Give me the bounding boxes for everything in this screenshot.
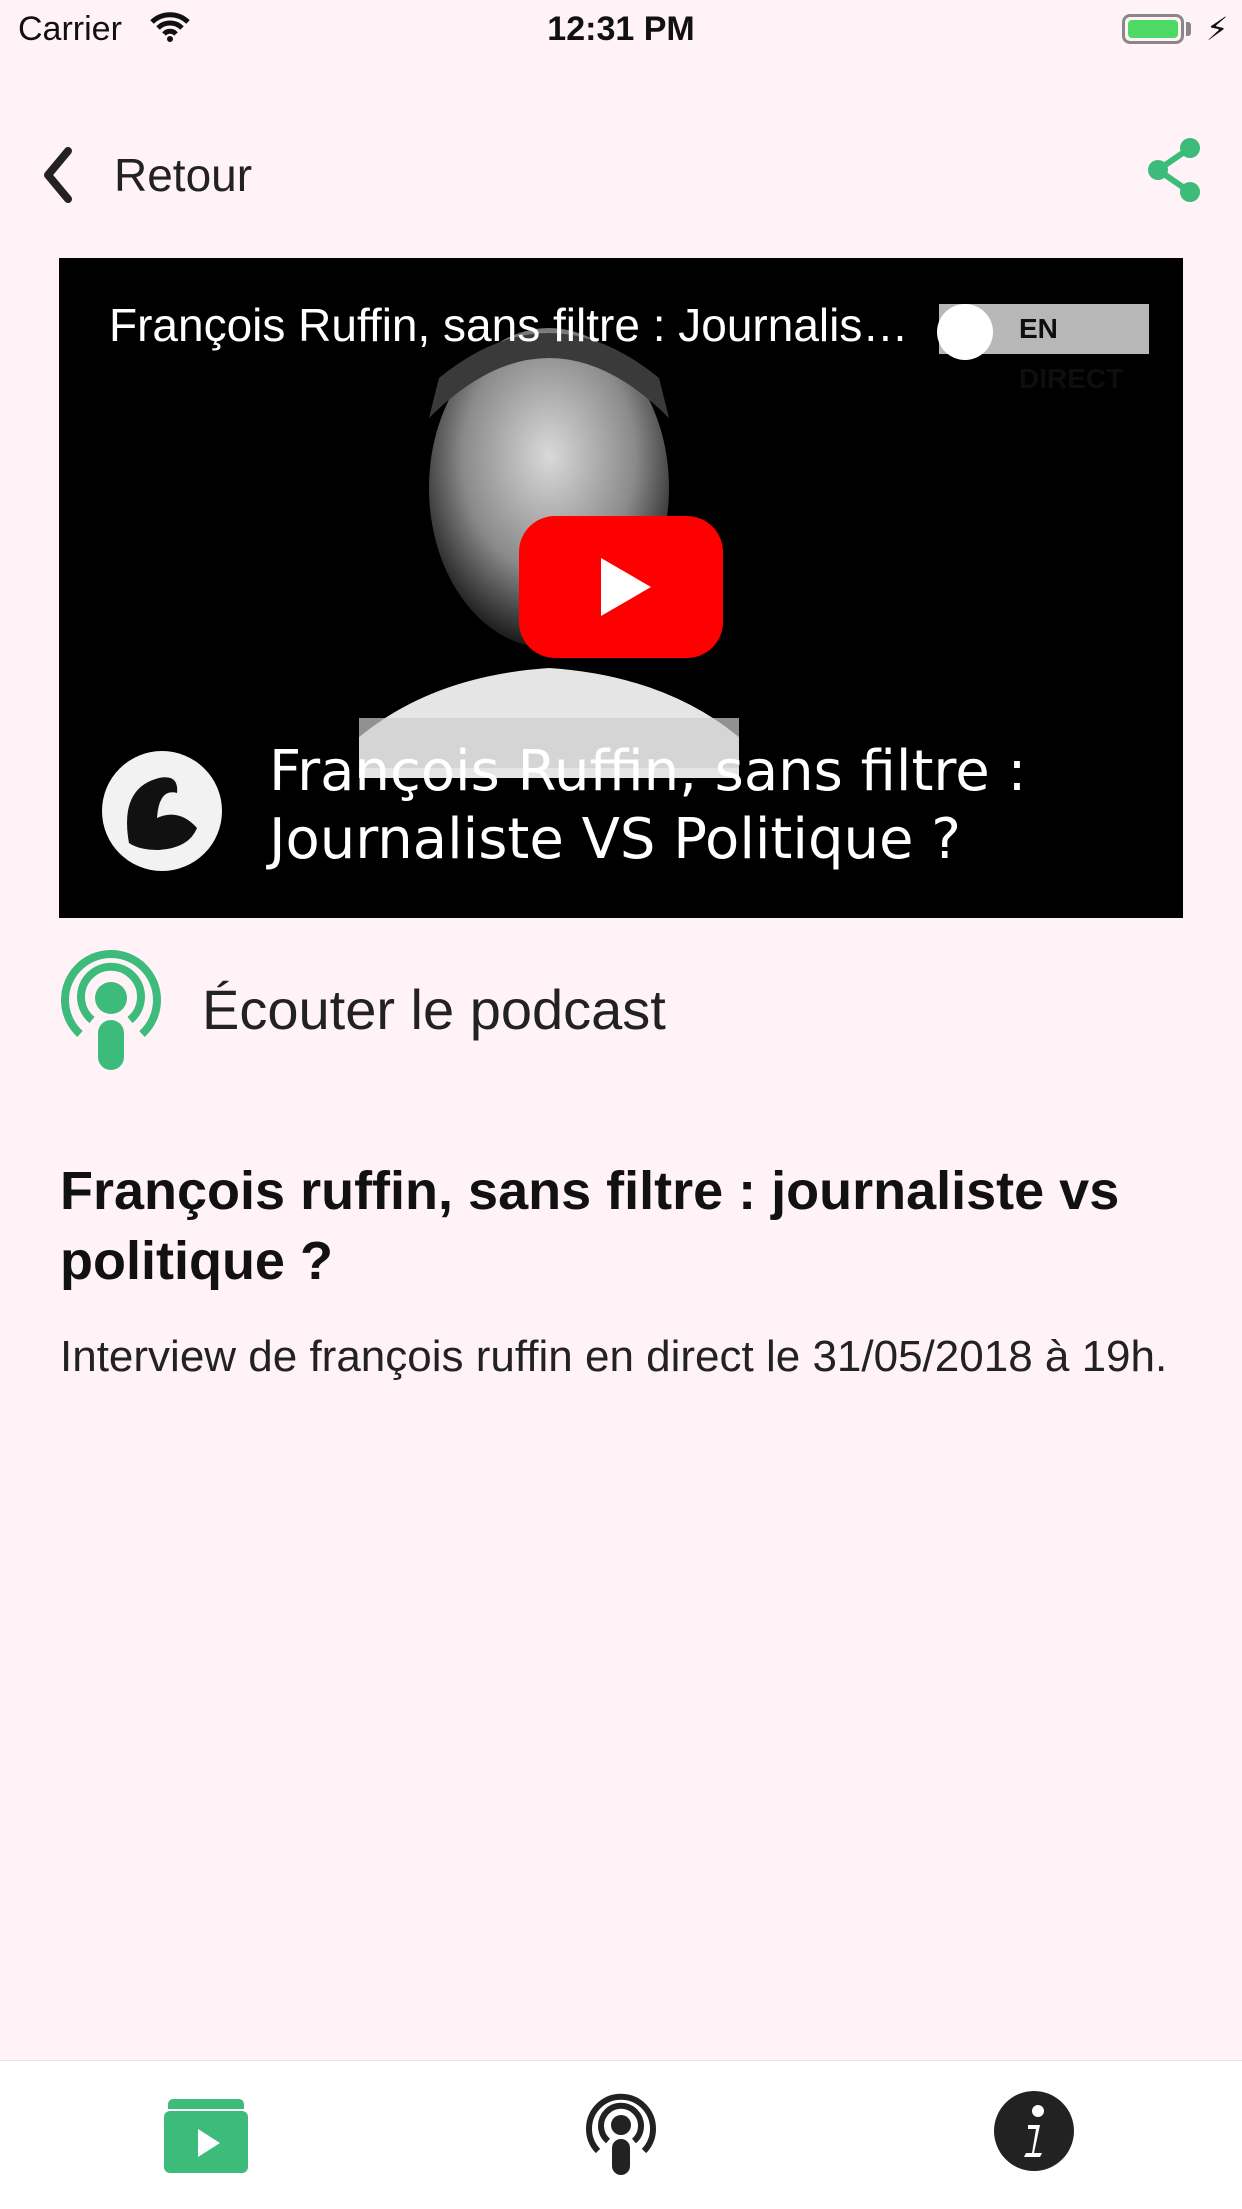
video-folder-icon[interactable] xyxy=(164,2097,248,2173)
podcast-icon xyxy=(61,950,161,1070)
clock-icon xyxy=(937,304,993,360)
battery-icon xyxy=(1122,14,1184,44)
clock: 12:31 PM xyxy=(547,10,695,48)
video-player[interactable]: François Ruffin, sans filtre : Journalis… xyxy=(59,258,1183,918)
caption-line-1: François Ruffin, sans filtre : xyxy=(269,739,1027,804)
share-icon[interactable] xyxy=(1144,136,1204,204)
article-title: François ruffin, sans filtre : journalis… xyxy=(60,1161,1120,1291)
swan-logo xyxy=(102,751,222,871)
navigation-bar: Retour xyxy=(0,130,1242,220)
status-bar: Carrier 12:31 PM ⚡ xyxy=(0,0,1242,62)
youtube-play-icon[interactable] xyxy=(519,516,723,658)
back-button[interactable]: Retour xyxy=(40,140,252,210)
podcast-label: Écouter le podcast xyxy=(202,977,666,1041)
tab-bar xyxy=(0,2060,1242,2209)
bolt-icon: ⚡ xyxy=(1206,11,1229,47)
podcast-icon[interactable] xyxy=(584,2089,658,2175)
listen-podcast-button[interactable]: Écouter le podcast xyxy=(58,946,666,1072)
battery-tip xyxy=(1186,22,1191,36)
caption-line-2: Journaliste VS Politique ? xyxy=(269,807,961,872)
back-label: Retour xyxy=(114,149,253,201)
article-description: Interview de françois ruffin en direct l… xyxy=(60,1332,1168,1381)
info-icon[interactable] xyxy=(994,2091,1074,2171)
video-title: François Ruffin, sans filtre : Journalis… xyxy=(109,299,909,351)
video-caption: François Ruffin, sans filtre : Journalis… xyxy=(269,738,1026,874)
chevron-left-icon xyxy=(44,147,72,203)
